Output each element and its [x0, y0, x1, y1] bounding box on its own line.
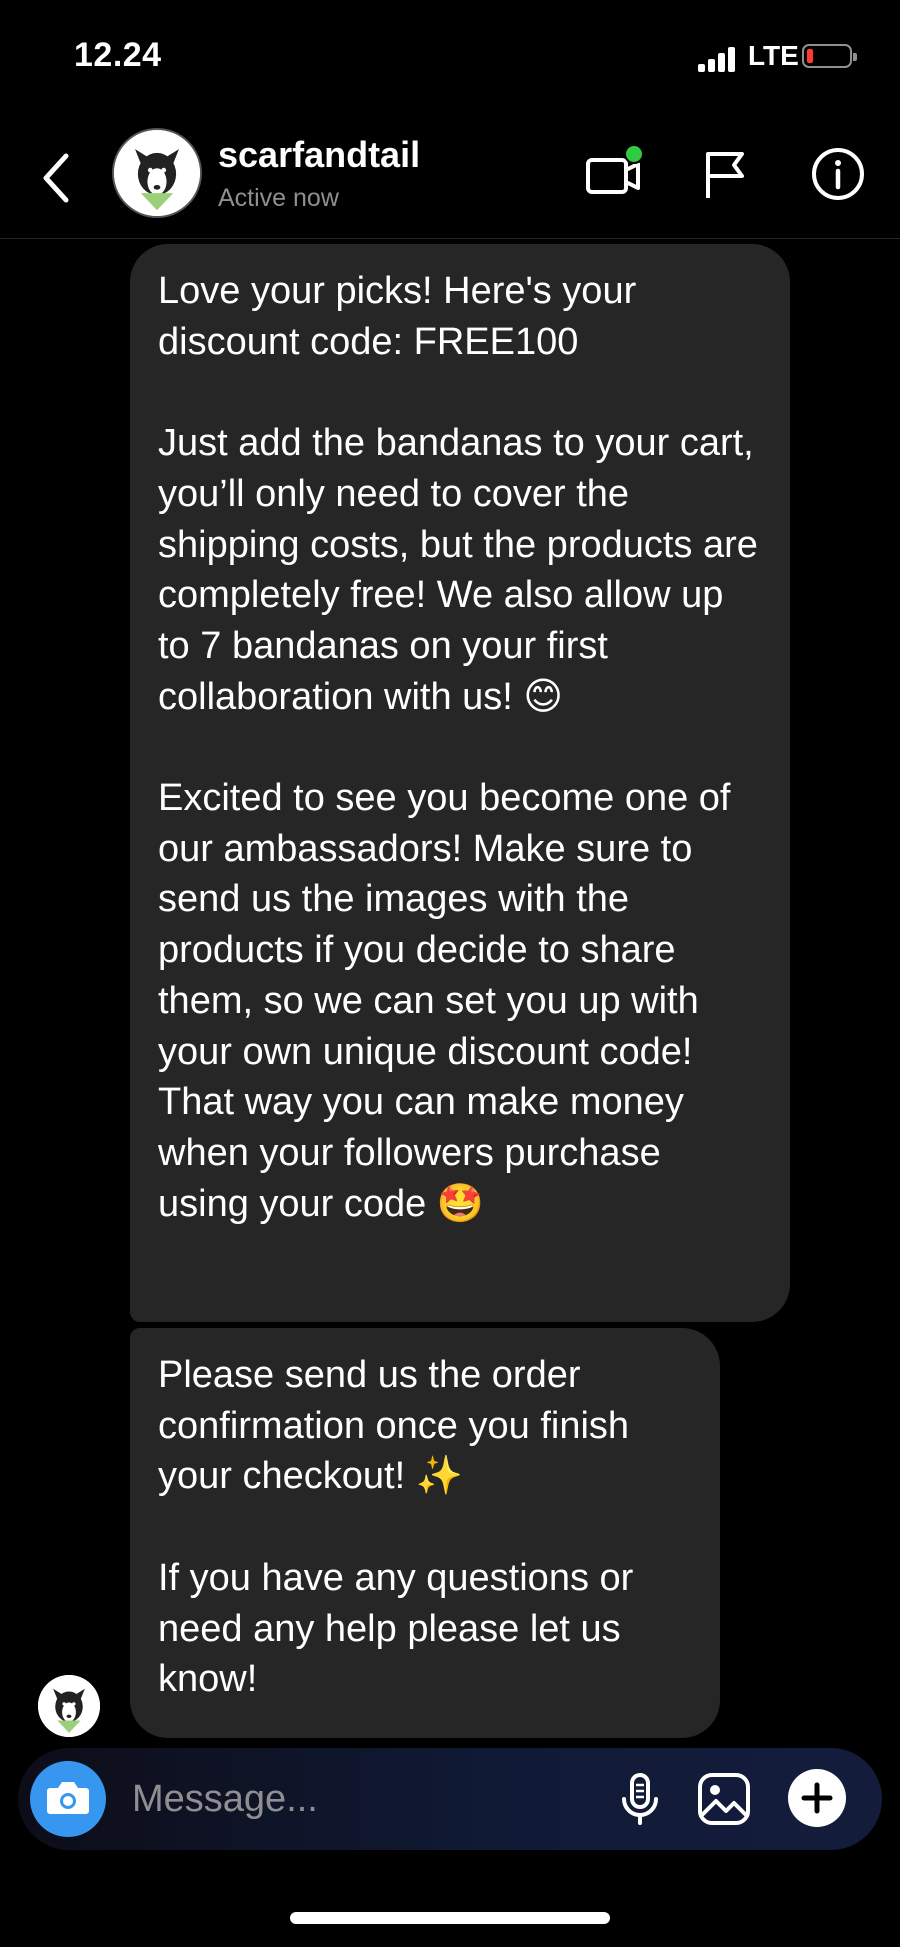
network-type: LTE — [748, 40, 799, 71]
signal-strength-icon — [698, 46, 738, 72]
back-arrow-icon[interactable] — [36, 148, 76, 208]
flag-icon[interactable] — [698, 144, 758, 204]
sender-avatar[interactable] — [38, 1675, 100, 1737]
active-indicator-dot — [624, 144, 644, 164]
message-bubble[interactable]: Please send us the order confirmation on… — [130, 1328, 720, 1738]
info-icon[interactable] — [808, 144, 868, 204]
status-time: 12.24 — [74, 36, 162, 74]
status-bar: 12.24 LTE — [0, 0, 900, 110]
chat-username[interactable]: scarfandtail — [218, 134, 420, 176]
message-bubble[interactable]: Love your picks! Here's your discount co… — [130, 244, 790, 1322]
profile-avatar[interactable] — [112, 128, 202, 218]
message-text: Please send us the order confirmation on… — [158, 1354, 634, 1701]
camera-icon[interactable] — [30, 1761, 106, 1837]
message-text: Love your picks! Here's your discount co… — [158, 270, 758, 1225]
battery-icon — [802, 44, 857, 68]
home-indicator[interactable] — [290, 1912, 610, 1924]
message-input[interactable] — [130, 1766, 604, 1832]
microphone-icon[interactable] — [610, 1769, 670, 1829]
plus-icon[interactable] — [788, 1769, 846, 1827]
active-status: Active now — [218, 184, 339, 212]
message-composer — [18, 1748, 882, 1850]
gallery-icon[interactable] — [694, 1769, 754, 1829]
chat-header: scarfandtail Active now — [0, 120, 900, 239]
